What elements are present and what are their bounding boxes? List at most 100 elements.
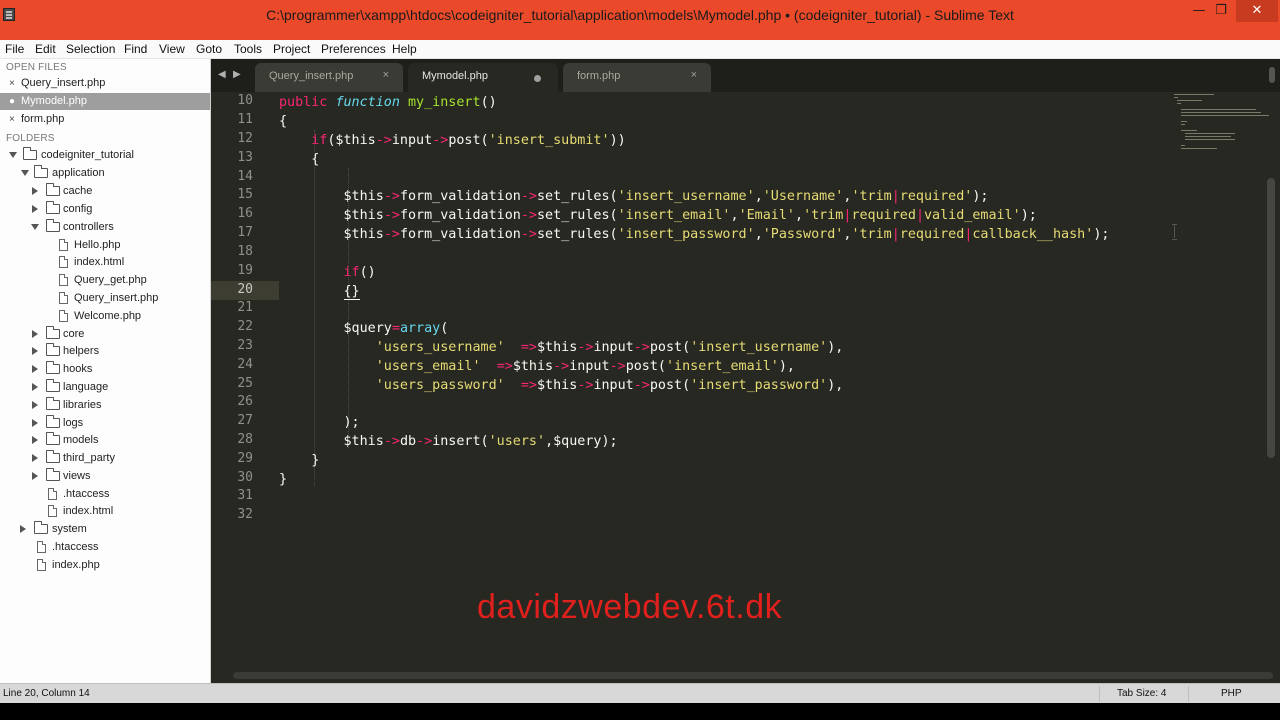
- tab-scroll-left-icon[interactable]: ◀: [218, 69, 226, 80]
- tree-label: system: [52, 523, 87, 535]
- line-number: 31: [237, 488, 253, 503]
- tree-item-index-html[interactable]: index.html: [0, 503, 210, 520]
- open-file-label: form.php: [21, 113, 65, 125]
- close-icon[interactable]: ×: [383, 69, 389, 81]
- close-window-button[interactable]: ✕: [1236, 0, 1278, 22]
- collapse-arrow-icon[interactable]: [32, 330, 38, 338]
- syntax-indicator[interactable]: PHP: [1221, 688, 1242, 699]
- line-number: 15: [237, 187, 253, 202]
- collapse-arrow-icon[interactable]: [32, 401, 38, 409]
- code-editor[interactable]: 10 11 12 13 14 15 16 17 18 19 20 21 22 2…: [211, 92, 1280, 683]
- status-divider: [1099, 686, 1100, 702]
- tab-label: form.php: [577, 70, 621, 82]
- open-file-query-insert[interactable]: × Query_insert.php: [0, 75, 210, 92]
- close-icon[interactable]: ×: [9, 111, 15, 128]
- tree-item-core[interactable]: core: [0, 326, 210, 343]
- line-number: 23: [237, 338, 253, 353]
- menu-project[interactable]: Project: [273, 42, 310, 57]
- tree-item-helpers[interactable]: helpers: [0, 343, 210, 360]
- tree-item-libraries[interactable]: libraries: [0, 397, 210, 414]
- tree-item-third-party[interactable]: third_party: [0, 450, 210, 467]
- tab-label: Query_insert.php: [269, 70, 354, 82]
- menu-goto[interactable]: Goto: [196, 42, 222, 57]
- title-bar-lower: [0, 30, 1280, 40]
- collapse-arrow-icon[interactable]: [32, 365, 38, 373]
- tree-item-codeigniter-tutorial[interactable]: codeigniter_tutorial: [0, 147, 210, 164]
- expand-arrow-icon[interactable]: [31, 224, 39, 230]
- tab-query-insert[interactable]: Query_insert.php ×: [255, 63, 403, 92]
- menu-preferences[interactable]: Preferences: [321, 42, 386, 57]
- collapse-arrow-icon[interactable]: [20, 525, 26, 533]
- open-file-form[interactable]: × form.php: [0, 111, 210, 128]
- tree-item-query-insert-php[interactable]: Query_insert.php: [0, 290, 210, 307]
- folder-icon: [46, 415, 60, 428]
- expand-arrow-icon[interactable]: [21, 170, 29, 176]
- collapse-arrow-icon[interactable]: [32, 419, 38, 427]
- tree-item-language[interactable]: language: [0, 379, 210, 396]
- tree-item-hooks[interactable]: hooks: [0, 361, 210, 378]
- tree-item-index-php[interactable]: index.php: [0, 557, 210, 574]
- window-title: C:\programmer\xampp\htdocs\codeigniter_t…: [266, 7, 1014, 23]
- tree-item-controllers[interactable]: controllers: [0, 219, 210, 236]
- collapse-arrow-icon[interactable]: [32, 205, 38, 213]
- scrollbar-top[interactable]: [1269, 67, 1275, 83]
- tree-item-system[interactable]: system: [0, 521, 210, 538]
- tab-scroll-right-icon[interactable]: ▶: [233, 69, 241, 80]
- tree-label: models: [63, 434, 99, 446]
- tree-item-htaccess[interactable]: .htaccess: [0, 486, 210, 503]
- menu-file[interactable]: File: [5, 42, 24, 57]
- status-bar: Line 20, Column 14 Tab Size: 4 PHP: [0, 683, 1280, 703]
- collapse-arrow-icon[interactable]: [32, 383, 38, 391]
- menu-selection[interactable]: Selection: [66, 42, 115, 57]
- menu-find[interactable]: Find: [124, 42, 147, 57]
- code-line-29: }: [311, 453, 320, 468]
- folder-icon: [46, 183, 60, 196]
- expand-arrow-icon[interactable]: [9, 152, 17, 158]
- unsaved-dot-icon[interactable]: [534, 75, 541, 82]
- open-file-mymodel[interactable]: ● Mymodel.php: [0, 93, 210, 110]
- tab-size-indicator[interactable]: Tab Size: 4: [1117, 688, 1166, 699]
- collapse-arrow-icon[interactable]: [32, 472, 38, 480]
- horizontal-scrollbar[interactable]: [233, 672, 1273, 679]
- file-icon: [59, 256, 68, 268]
- tree-label: codeigniter_tutorial: [41, 149, 134, 161]
- folder-icon: [46, 361, 60, 374]
- collapse-arrow-icon[interactable]: [32, 347, 38, 355]
- vertical-scrollbar[interactable]: [1267, 178, 1275, 458]
- tree-item-query-get-php[interactable]: Query_get.php: [0, 272, 210, 289]
- close-icon[interactable]: ×: [691, 69, 697, 81]
- line-number: 32: [237, 507, 253, 522]
- tree-item-views[interactable]: views: [0, 468, 210, 485]
- tree-item-welcome-php[interactable]: Welcome.php: [0, 308, 210, 325]
- menu-bar: File Edit Selection Find View Goto Tools…: [0, 40, 1280, 59]
- tree-item-index-html[interactable]: index.html: [0, 254, 210, 271]
- code-content[interactable]: public function my_insert() { if($this->…: [279, 92, 1109, 487]
- folder-icon: [46, 432, 60, 445]
- tab-form[interactable]: form.php ×: [563, 63, 711, 92]
- tree-item-logs[interactable]: logs: [0, 415, 210, 432]
- collapse-arrow-icon[interactable]: [32, 436, 38, 444]
- tree-label: config: [63, 203, 93, 215]
- restore-button[interactable]: ❐: [1208, 0, 1234, 22]
- close-icon[interactable]: ×: [9, 75, 15, 92]
- menu-tools[interactable]: Tools: [234, 42, 262, 57]
- tree-item-htaccess-root[interactable]: .htaccess: [0, 539, 210, 556]
- cursor-position[interactable]: Line 20, Column 14: [3, 688, 90, 699]
- tab-mymodel[interactable]: Mymodel.php: [408, 63, 558, 92]
- collapse-arrow-icon[interactable]: [32, 187, 38, 195]
- menu-help[interactable]: Help: [392, 42, 417, 57]
- tree-item-config[interactable]: config: [0, 201, 210, 218]
- tree-item-models[interactable]: models: [0, 432, 210, 449]
- collapse-arrow-icon[interactable]: [32, 454, 38, 462]
- menu-edit[interactable]: Edit: [35, 42, 56, 57]
- modified-dot-icon[interactable]: ●: [9, 93, 15, 110]
- tree-item-cache[interactable]: cache: [0, 183, 210, 200]
- tree-label: hooks: [63, 363, 93, 375]
- tree-item-hello-php[interactable]: Hello.php: [0, 237, 210, 254]
- code-line-11: {: [279, 114, 288, 129]
- title-bar: C:\programmer\xampp\htdocs\codeigniter_t…: [0, 0, 1280, 30]
- tree-item-application[interactable]: application: [0, 165, 210, 182]
- code-line-23: 'users_username' =>$this->input->post('i…: [375, 340, 844, 355]
- menu-view[interactable]: View: [159, 42, 185, 57]
- minimap[interactable]: [1171, 92, 1271, 152]
